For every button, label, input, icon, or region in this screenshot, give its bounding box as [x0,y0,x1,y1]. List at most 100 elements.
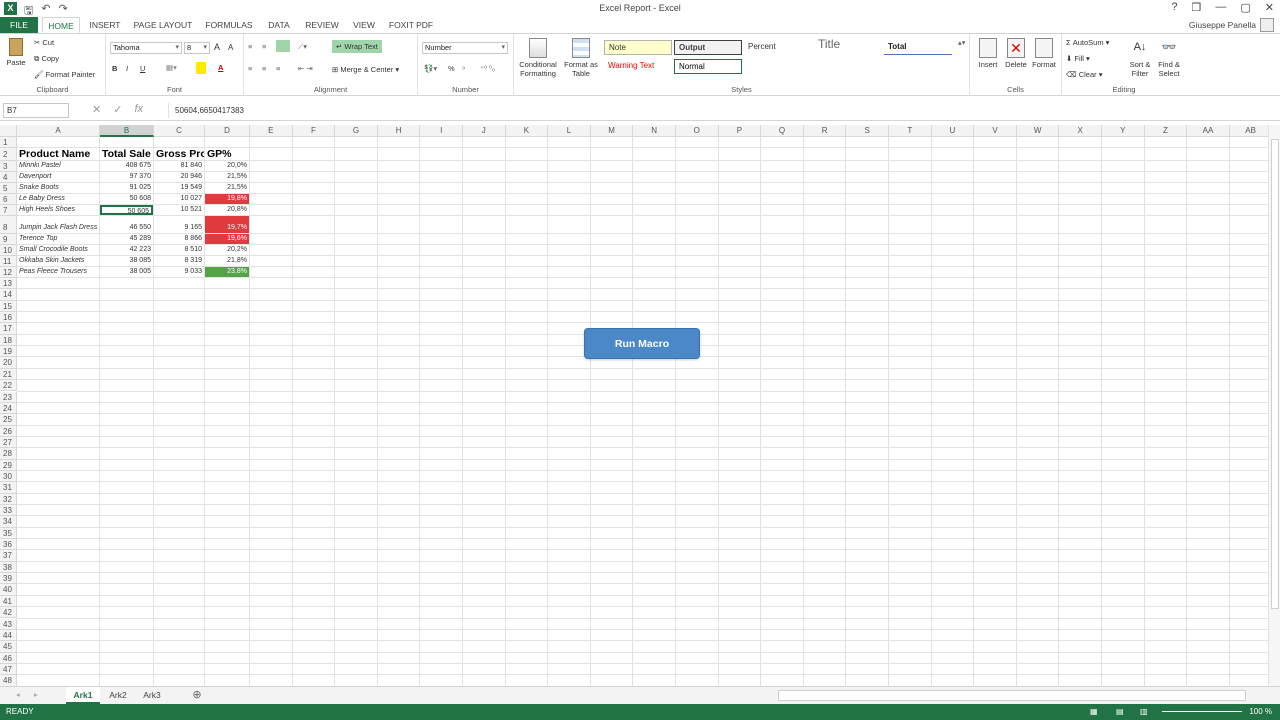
gp-percent-cell[interactable]: 21,5% [205,172,249,182]
row-header[interactable]: 29 [0,459,17,471]
column-header[interactable]: A [17,125,100,137]
column-header[interactable]: AB [1229,125,1268,137]
find-select-button[interactable]: 👓 Find & Select [1154,38,1184,78]
column-header[interactable]: H [377,125,421,137]
italic-button[interactable]: I [126,64,128,73]
style-title[interactable]: Title [814,38,882,53]
column-header[interactable]: X [1059,125,1102,137]
row-header[interactable]: 31 [0,482,17,494]
help-icon[interactable]: ? [1171,1,1177,14]
row-header[interactable]: 10 [0,245,17,256]
row-header[interactable]: 30 [0,470,17,483]
align-bottom-icon[interactable] [276,40,290,52]
row-header[interactable]: 27 [0,436,17,449]
style-percent[interactable]: Percent [744,40,812,55]
align-left-icon[interactable]: ≡ [248,64,252,73]
column-header[interactable]: AA [1187,125,1230,137]
gross-profit-cell[interactable]: 8 510 [154,245,204,255]
row-header[interactable]: 24 [0,402,17,415]
header-cell[interactable]: GP% [205,148,249,160]
minimize-icon[interactable]: — [1215,1,1226,14]
page-break-view-icon[interactable]: ▥ [1140,704,1148,720]
total-sales-cell[interactable]: 91 025 [100,183,153,193]
product-name-cell[interactable]: Small Crocodile Boots [17,245,99,255]
column-header[interactable]: U [931,125,975,137]
column-header[interactable]: E [250,125,293,137]
row-header[interactable]: 12 [0,267,17,278]
currency-icon[interactable]: 💱▾ [424,64,437,73]
page-layout-view-icon[interactable]: ▤ [1116,704,1124,720]
row-header[interactable]: 3 [0,161,17,172]
cancel-icon[interactable]: ✕ [92,103,101,116]
orientation-icon[interactable]: ⟋▾ [298,42,307,52]
row-header[interactable]: 48 [0,675,17,686]
tab-view[interactable]: VIEW [348,17,380,33]
grow-font-icon[interactable]: A [214,42,220,52]
shrink-font-icon[interactable]: A [228,43,233,52]
column-header[interactable]: O [676,125,719,137]
row-header[interactable]: 23 [0,391,17,403]
row-header[interactable]: 37 [0,550,17,562]
font-size-combo[interactable]: 8 [184,42,210,54]
format-cells-button[interactable]: Format [1030,38,1058,69]
column-header[interactable]: M [590,125,634,137]
gp-percent-cell[interactable]: 19,7% [205,216,249,233]
column-header[interactable]: F [292,125,336,137]
gross-profit-cell[interactable]: 8 319 [154,256,204,266]
gross-profit-cell[interactable]: 8 866 [154,234,204,244]
gross-profit-cell[interactable]: 10 027 [154,194,204,204]
underline-button[interactable]: U [140,64,145,73]
cut-button[interactable]: ✂ Cut [34,38,54,47]
product-name-cell[interactable]: Peas Fleece Trousers [17,267,99,277]
sheet-tab-ark3[interactable]: Ark3 [136,687,168,704]
percent-button[interactable]: % [448,64,455,73]
row-header[interactable]: 18 [0,334,17,347]
gp-percent-cell[interactable]: 20,2% [205,245,249,255]
sheet-nav-prev-icon[interactable]: ◂ [16,690,20,699]
formula-input[interactable]: 50604,6650417383 [168,103,1264,118]
copy-button[interactable]: ⧉ Copy [34,54,59,64]
clear-button[interactable]: ⌫ Clear ▾ [1066,70,1103,79]
indent-icon[interactable]: ⇤ ⇥ [298,64,313,73]
style-note[interactable]: Note [604,40,672,55]
normal-view-icon[interactable]: ▦ [1090,704,1098,720]
gp-percent-cell[interactable]: 20,8% [205,205,249,215]
row-header[interactable]: 26 [0,425,17,437]
column-header[interactable]: Z [1144,125,1188,137]
number-format-combo[interactable]: Number [422,42,508,54]
total-sales-cell[interactable]: 45 289 [100,234,153,244]
row-header[interactable]: 13 [0,278,17,290]
align-right-icon[interactable]: ≡ [276,64,280,73]
autosum-button[interactable]: Σ AutoSum ▾ [1066,38,1109,47]
row-header[interactable]: 19 [0,346,17,358]
row-header[interactable]: 39 [0,573,17,585]
column-header[interactable]: L [548,125,591,137]
row-header[interactable]: 1 [0,137,17,148]
row-header[interactable]: 34 [0,516,17,528]
paste-button[interactable]: Paste [4,38,28,67]
row-header[interactable]: 35 [0,527,17,540]
total-sales-cell[interactable]: 38 085 [100,256,153,266]
row-header[interactable]: 47 [0,663,17,676]
total-sales-cell[interactable]: 50 605 [100,205,153,215]
name-box[interactable]: B7 [3,103,69,118]
merge-center-button[interactable]: ⊞ Merge & Center ▾ [332,65,399,74]
row-header[interactable]: 2 [0,148,17,161]
font-color-icon[interactable]: A [218,63,223,72]
total-sales-cell[interactable]: 408 675 [100,161,153,171]
insert-cells-button[interactable]: Insert [974,38,1002,69]
row-header[interactable]: 46 [0,652,17,664]
sheet-tab-ark1[interactable]: Ark1 [66,687,100,704]
borders-icon[interactable]: ▦▾ [166,63,177,72]
font-name-combo[interactable]: Tahoma [110,42,182,54]
sort-filter-button[interactable]: A↓ Sort & Filter [1126,38,1154,78]
wrap-text-button[interactable]: ↵ Wrap Text [332,40,382,53]
product-name-cell[interactable]: Snake Boots [17,183,99,193]
tab-home[interactable]: HOME [42,17,80,33]
gp-percent-cell[interactable]: 23,8% [205,267,249,277]
product-name-cell[interactable]: High Heels Shoes [17,205,99,215]
enter-icon[interactable]: ✓ [113,103,122,116]
row-header[interactable]: 8 [0,216,17,234]
row-header[interactable]: 5 [0,183,17,194]
style-output[interactable]: Output [674,40,742,55]
